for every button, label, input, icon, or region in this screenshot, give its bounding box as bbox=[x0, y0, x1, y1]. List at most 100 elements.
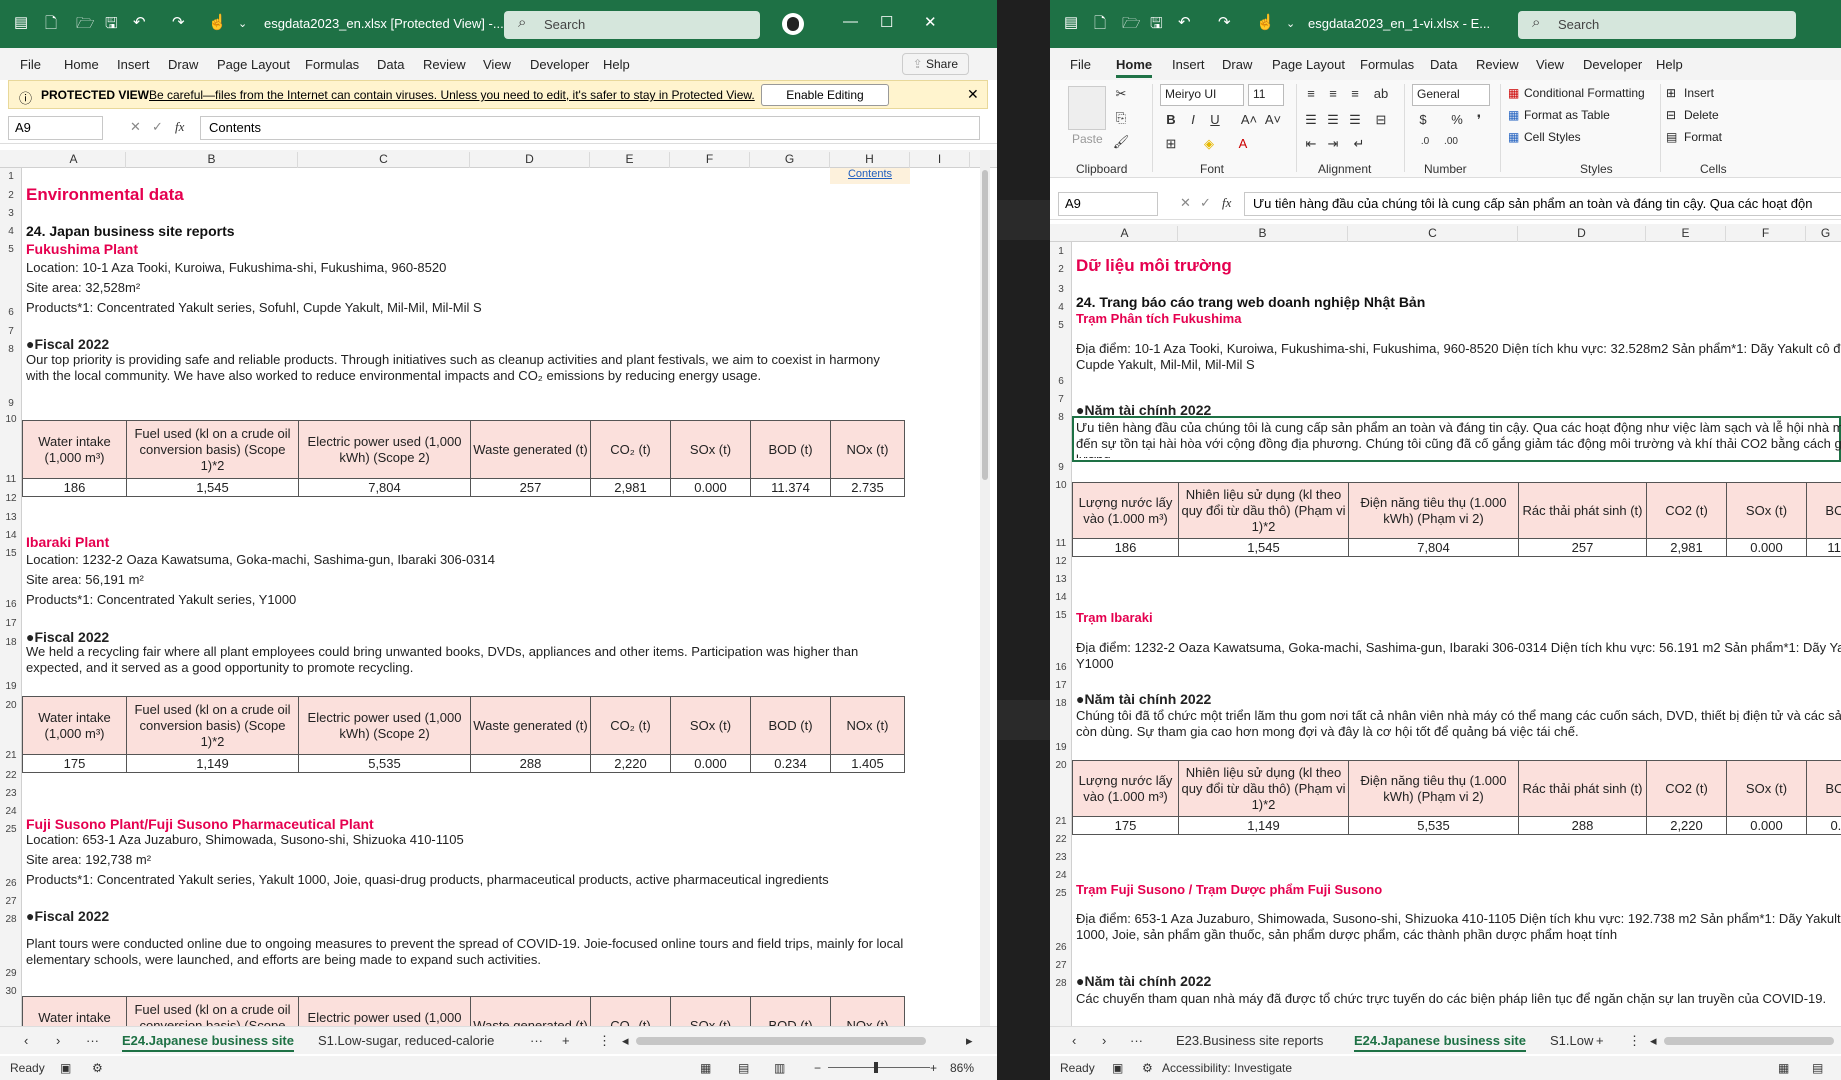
col-i[interactable]: I bbox=[910, 152, 970, 168]
conditional-formatting-button[interactable]: Conditional Formatting bbox=[1524, 86, 1645, 100]
grow-font-icon[interactable]: A˄ bbox=[1240, 112, 1258, 127]
cell[interactable]: 0.000 bbox=[1726, 816, 1807, 835]
number-format-select[interactable]: General bbox=[1412, 84, 1490, 106]
menu-home[interactable]: Home bbox=[64, 57, 99, 72]
cell[interactable]: 7,804 bbox=[298, 478, 471, 497]
col-g[interactable]: G bbox=[750, 152, 830, 168]
cell[interactable]: 1,149 bbox=[126, 754, 299, 773]
menu-draw[interactable]: Draw bbox=[168, 57, 198, 72]
insert-cells-button[interactable]: Insert bbox=[1684, 86, 1714, 100]
col-h[interactable]: H bbox=[830, 152, 910, 168]
prev-sheet-icon[interactable]: ‹ bbox=[24, 1033, 28, 1048]
close-bar-icon[interactable]: ✕ bbox=[967, 86, 979, 103]
col-e[interactable]: E bbox=[1646, 226, 1726, 242]
cell[interactable]: 288 bbox=[1518, 816, 1647, 835]
name-box[interactable]: A9 bbox=[8, 116, 103, 140]
formula-input[interactable]: Ưu tiên hàng đầu của chúng tôi là cung c… bbox=[1244, 192, 1841, 216]
percent-icon[interactable]: % bbox=[1448, 112, 1466, 127]
orientation-icon[interactable]: ab bbox=[1372, 86, 1390, 101]
merge-center-icon[interactable]: ⊟ bbox=[1372, 112, 1390, 128]
format-cells-button[interactable]: Format bbox=[1684, 130, 1722, 144]
sheet-grid[interactable]: Contents Environmental data 24. Japan bu… bbox=[22, 168, 982, 1030]
zoom-out-icon[interactable]: − bbox=[814, 1061, 821, 1075]
save-icon[interactable]: 🖫 bbox=[105, 13, 118, 38]
menu-view[interactable]: View bbox=[483, 57, 511, 72]
cell[interactable]: 2,981 bbox=[590, 478, 671, 497]
cell[interactable]: 0.000 bbox=[1726, 538, 1807, 557]
align-middle-icon[interactable]: ≡ bbox=[1324, 86, 1342, 101]
align-center-icon[interactable]: ☰ bbox=[1324, 112, 1342, 128]
increase-indent-icon[interactable]: ⇥ bbox=[1324, 136, 1342, 152]
open-folder-icon[interactable]: 🗁 bbox=[1122, 13, 1141, 38]
cell[interactable]: 11.374 bbox=[750, 478, 831, 497]
col-d[interactable]: D bbox=[1518, 226, 1646, 242]
cell[interactable]: 0.234 bbox=[750, 754, 831, 773]
borders-icon[interactable]: ⊞ bbox=[1162, 136, 1180, 152]
col-d[interactable]: D bbox=[470, 152, 590, 168]
delete-cells-button[interactable]: Delete bbox=[1684, 108, 1719, 122]
col-a[interactable]: A bbox=[22, 152, 126, 168]
customize-qat-icon[interactable]: ⌄ bbox=[1286, 17, 1295, 30]
protected-view-message[interactable]: Be careful—files from the Internet can c… bbox=[149, 88, 755, 102]
scroll-left-icon[interactable]: ◂ bbox=[622, 1033, 629, 1049]
next-sheet-icon[interactable]: › bbox=[1102, 1033, 1106, 1048]
horizontal-scrollbar[interactable] bbox=[636, 1037, 926, 1045]
cell[interactable]: 7,804 bbox=[1348, 538, 1519, 557]
undo-icon[interactable]: ↶ bbox=[1178, 13, 1191, 31]
tab-e24[interactable]: E24.Japanese business site bbox=[1354, 1033, 1526, 1052]
scroll-right-icon[interactable]: ▸ bbox=[966, 1033, 973, 1049]
zoom-level[interactable]: 86% bbox=[950, 1061, 974, 1075]
horizontal-scrollbar[interactable] bbox=[1664, 1037, 1834, 1045]
menu-help[interactable]: Help bbox=[1656, 57, 1683, 72]
normal-view-icon[interactable]: ▦ bbox=[1778, 1061, 1789, 1075]
prev-sheet-icon[interactable]: ‹ bbox=[1072, 1033, 1076, 1048]
col-f[interactable]: F bbox=[1726, 226, 1806, 242]
cell[interactable]: 2.735 bbox=[830, 478, 905, 497]
undo-icon[interactable]: ↶ bbox=[133, 13, 146, 31]
italic-icon[interactable]: I bbox=[1184, 112, 1202, 127]
zoom-slider[interactable] bbox=[828, 1062, 930, 1073]
tab-s1[interactable]: S1.Low-sugar, reduced-calorie bbox=[318, 1033, 494, 1048]
more-sheets-icon[interactable]: ··· bbox=[1130, 1033, 1143, 1048]
format-as-table-button[interactable]: Format as Table bbox=[1524, 108, 1610, 122]
insert-cells-icon[interactable]: ⊞ bbox=[1666, 86, 1676, 100]
cell[interactable]: 2,220 bbox=[1646, 816, 1727, 835]
more-sheets-icon[interactable]: ··· bbox=[86, 1033, 99, 1048]
align-bottom-icon[interactable]: ≡ bbox=[1346, 86, 1364, 101]
cell[interactable]: 1.405 bbox=[830, 754, 905, 773]
sheet-grid[interactable]: Dữ liệu môi trường 24. Trang báo cáo tra… bbox=[1072, 242, 1841, 1030]
increase-decimal-icon[interactable]: .0 bbox=[1416, 136, 1434, 147]
name-box[interactable]: A9 bbox=[1058, 192, 1158, 216]
minimize-icon[interactable]: — bbox=[843, 13, 858, 30]
tab-options-icon[interactable]: ⋮ bbox=[1628, 1033, 1641, 1049]
delete-cells-icon[interactable]: ⊟ bbox=[1666, 108, 1676, 122]
share-button[interactable]: ⇪ Share bbox=[901, 53, 969, 75]
menu-insert[interactable]: Insert bbox=[117, 57, 150, 72]
menu-developer[interactable]: Developer bbox=[530, 57, 589, 72]
cell[interactable]: 1,545 bbox=[126, 478, 299, 497]
menu-help[interactable]: Help bbox=[603, 57, 630, 72]
tab-e23[interactable]: E23.Business site reports bbox=[1176, 1033, 1323, 1048]
search-box[interactable]: ⌕ Search bbox=[1518, 11, 1796, 39]
tab-options-icon[interactable]: ⋮ bbox=[598, 1033, 611, 1049]
menu-view[interactable]: View bbox=[1536, 57, 1564, 72]
menu-page-layout[interactable]: Page Layout bbox=[217, 57, 290, 72]
cell[interactable]: 186 bbox=[22, 478, 127, 497]
enter-icon[interactable]: ✓ bbox=[1200, 195, 1211, 211]
paste-button[interactable]: Paste bbox=[1072, 132, 1103, 146]
shrink-font-icon[interactable]: A˅ bbox=[1264, 112, 1282, 127]
copy-icon[interactable]: ⎘ bbox=[1112, 110, 1130, 126]
cell[interactable]: 2,981 bbox=[1646, 538, 1727, 557]
cell[interactable]: 175 bbox=[1072, 816, 1179, 835]
col-b[interactable]: B bbox=[126, 152, 298, 168]
enable-editing-button[interactable]: Enable Editing bbox=[761, 84, 889, 106]
menu-data[interactable]: Data bbox=[1430, 57, 1457, 72]
tab-e24[interactable]: E24.Japanese business site bbox=[122, 1033, 294, 1052]
zoom-in-icon[interactable]: + bbox=[930, 1061, 937, 1075]
fill-color-icon[interactable]: ◈ bbox=[1200, 136, 1218, 152]
menu-insert[interactable]: Insert bbox=[1172, 57, 1205, 72]
font-color-icon[interactable]: A bbox=[1234, 136, 1252, 151]
new-file-icon[interactable]: 🗋 bbox=[45, 13, 57, 38]
menu-home[interactable]: Home bbox=[1116, 57, 1153, 78]
col-a[interactable]: A bbox=[1072, 226, 1178, 242]
